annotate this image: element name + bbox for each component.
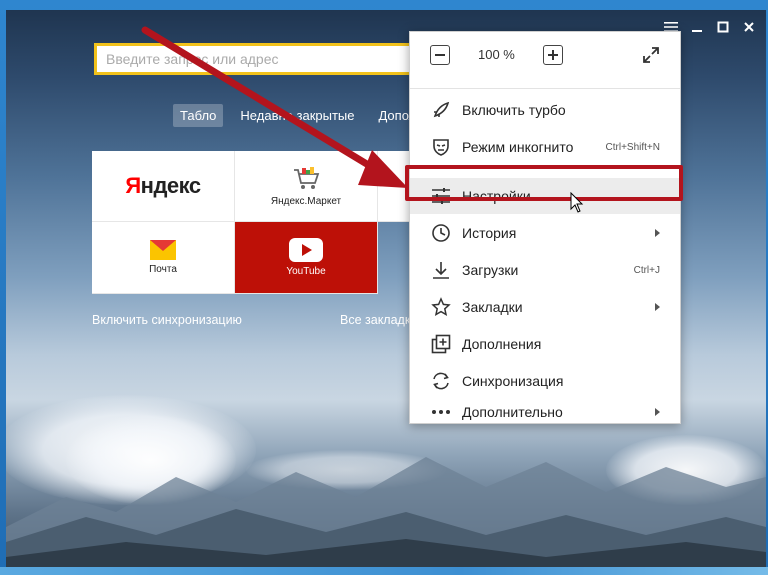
all-bookmarks-link[interactable]: Все закладки <box>340 313 417 327</box>
minimize-icon[interactable] <box>686 18 708 36</box>
menu-item-label: Дополнительно <box>462 404 563 420</box>
fullscreen-icon <box>643 47 659 63</box>
browser-main-menu: 100 % Включить турбо Режим инкогнито Ctr… <box>409 31 681 424</box>
zoom-in-button[interactable] <box>543 45 563 65</box>
menu-item-downloads[interactable]: Загрузки Ctrl+J <box>410 252 680 288</box>
submenu-arrow-icon <box>655 408 660 416</box>
zoom-row: 100 % <box>410 32 680 76</box>
menu-item-history[interactable]: История <box>410 215 680 251</box>
tile-mail[interactable]: Почта <box>92 222 235 294</box>
close-icon[interactable] <box>738 18 760 36</box>
youtube-play-icon <box>289 238 323 262</box>
submenu-arrow-icon <box>655 229 660 237</box>
plus-icon <box>548 50 558 60</box>
sync-icon <box>430 370 452 392</box>
tile-label: Почта <box>149 264 177 275</box>
submenu-arrow-icon <box>655 303 660 311</box>
menu-item-turbo[interactable]: Включить турбо <box>410 92 680 128</box>
clock-icon <box>430 222 452 244</box>
incognito-mask-icon <box>430 136 452 158</box>
menu-item-bookmarks[interactable]: Закладки <box>410 289 680 325</box>
menu-item-label: Режим инкогнито <box>462 139 574 155</box>
menu-item-incognito[interactable]: Режим инкогнито Ctrl+Shift+N <box>410 129 680 165</box>
menu-item-label: Загрузки <box>462 262 519 278</box>
tile-label: Яндекс.Маркет <box>270 195 342 207</box>
menu-item-label: Синхронизация <box>462 373 564 389</box>
tab-tablo[interactable]: Табло <box>173 104 224 127</box>
rocket-icon <box>430 99 452 121</box>
shortcut-hint: Ctrl+Shift+N <box>605 141 660 153</box>
shopping-cart-icon <box>294 166 320 189</box>
tile-youtube[interactable]: YouTube <box>235 222 378 294</box>
menu-item-label: Закладки <box>462 299 523 315</box>
shortcut-hint: Ctrl+J <box>633 264 660 276</box>
menu-item-more[interactable]: Дополнительно <box>410 400 680 424</box>
sync-link[interactable]: Включить синхронизацию <box>92 313 242 327</box>
zoom-out-button[interactable] <box>430 45 450 65</box>
menu-item-label: История <box>462 225 517 241</box>
mouse-cursor-icon <box>570 192 584 213</box>
menu-divider <box>410 88 680 89</box>
speed-dial-grid: Яндекс Яндекс.Маркет Почта YouTube <box>92 151 422 294</box>
tab-recently-closed[interactable]: Недавно закрытые <box>233 104 361 127</box>
menu-item-label: Дополнения <box>462 336 542 352</box>
menu-item-extensions[interactable]: Дополнения <box>410 326 680 362</box>
taskbar-edge <box>0 567 768 575</box>
zoom-level: 100 % <box>478 47 515 62</box>
fullscreen-button[interactable] <box>641 45 661 65</box>
extensions-icon <box>430 333 452 355</box>
mail-envelope-icon <box>150 240 176 260</box>
menu-item-sync[interactable]: Синхронизация <box>410 363 680 399</box>
download-icon <box>430 259 452 281</box>
menu-item-label: Включить турбо <box>462 102 566 118</box>
search-input-frame <box>94 43 416 75</box>
star-icon <box>430 296 452 318</box>
mountains-background <box>6 457 766 567</box>
maximize-icon[interactable] <box>712 18 734 36</box>
tile-label: YouTube <box>286 266 326 277</box>
tile-yandex[interactable]: Яндекс <box>92 151 235 222</box>
tile-yandex-market[interactable]: Яндекс.Маркет <box>235 151 378 222</box>
yandex-logo: Яндекс <box>125 173 201 198</box>
search-input[interactable] <box>97 46 413 72</box>
highlight-frame-annotation <box>405 165 683 201</box>
minus-icon <box>435 54 445 56</box>
more-dots-icon <box>430 401 452 423</box>
